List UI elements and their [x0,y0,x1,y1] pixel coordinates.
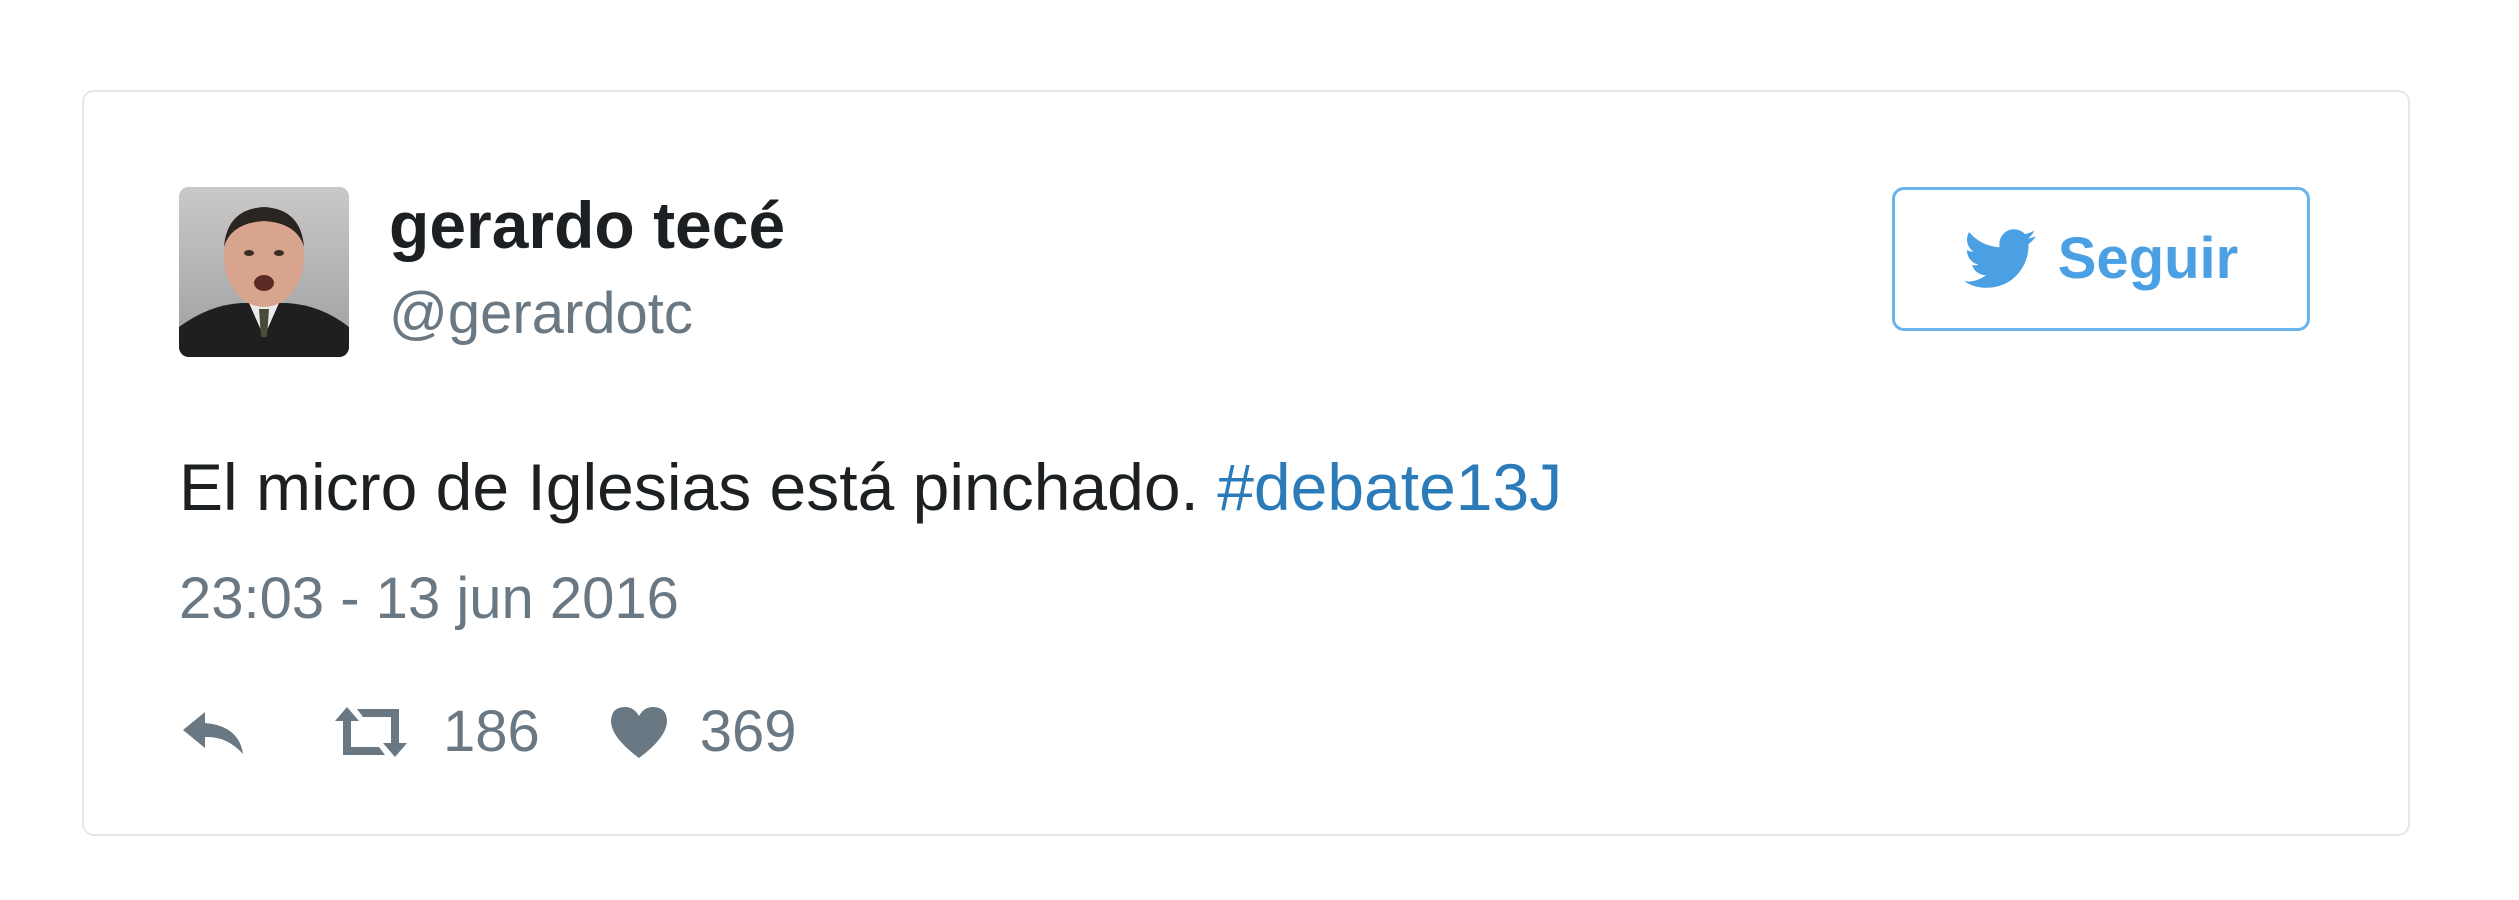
reply-button[interactable] [179,708,249,756]
author-handle[interactable]: @gerardotc [389,285,693,343]
reply-icon [183,712,243,754]
tweet-text: El micro de Iglesias está pinchado. #deb… [179,454,1562,520]
retweet-button[interactable]: 186 [329,703,540,761]
like-count: 369 [699,699,797,764]
hashtag-link[interactable]: #debate13J [1217,450,1562,524]
heart-icon [610,707,667,758]
tweet-body: El micro de Iglesias está pinchado. [179,450,1218,524]
avatar[interactable] [179,187,349,357]
author-display-name[interactable]: gerardo tecé [389,192,785,258]
tweet-timestamp[interactable]: 23:03 - 13 jun 2016 [179,570,679,628]
retweet-count: 186 [443,699,540,764]
tweet-actions: 186 369 [179,692,797,772]
tweet-card: gerardo tecé @gerardotc Seguir El micro … [82,90,2410,836]
avatar-photo [179,187,349,357]
twitter-bird-icon [1963,229,2036,288]
follow-button[interactable]: Seguir [1892,187,2310,331]
follow-button-label: Seguir [2057,226,2239,291]
like-button[interactable]: 369 [608,703,797,761]
retweet-icon [335,707,407,757]
